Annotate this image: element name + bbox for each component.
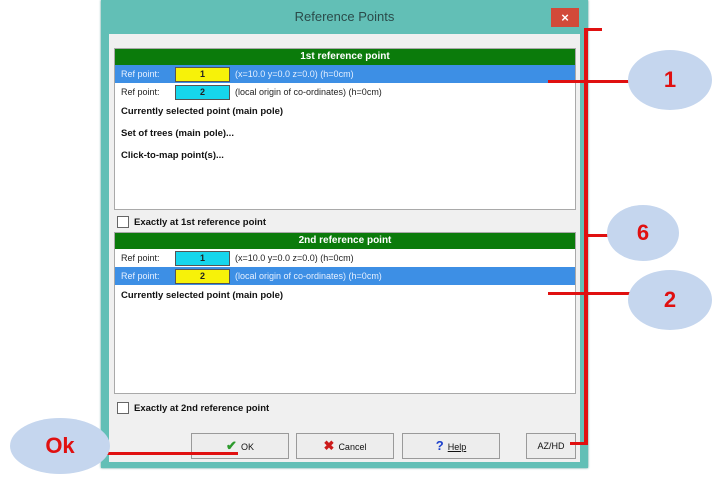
ref-point-description: (x=10.0 y=0.0 z=0.0) (h=0cm): [235, 69, 354, 79]
title-bar[interactable]: Reference Points ×: [101, 0, 588, 34]
azhd-button[interactable]: AZ/HD: [526, 433, 576, 459]
first-reference-header: 1st reference point: [115, 49, 575, 65]
cancel-button-label: Cancel: [338, 442, 367, 452]
annotation-line-ok: [106, 452, 238, 455]
annotation-bracket-top: [584, 28, 602, 31]
panel1-set-of-trees[interactable]: Set of trees (main pole)...: [115, 123, 575, 145]
dialog-title: Reference Points: [294, 9, 395, 24]
panel1-currently-selected-point[interactable]: Currently selected point (main pole): [115, 101, 575, 123]
checkmark-icon: ✔: [226, 438, 237, 453]
exactly-at-2nd-checkbox-row[interactable]: Exactly at 2nd reference point: [117, 402, 269, 416]
ref-point-number-badge: 2: [175, 269, 230, 284]
close-button[interactable]: ×: [551, 8, 579, 27]
help-button-label: Help: [447, 442, 467, 452]
panel1-ref-point-2-row[interactable]: Ref point: 2 (local origin of co-ordinat…: [115, 83, 575, 101]
annotation-line-6: [588, 234, 608, 237]
x-mark-icon: ✖: [323, 438, 335, 453]
callout-1: 1: [628, 50, 712, 110]
ref-point-label: Ref point:: [121, 87, 160, 97]
reference-points-dialog: Reference Points × 1st reference point R…: [101, 0, 588, 468]
ok-button[interactable]: ✔ OK: [191, 433, 289, 459]
panel2-ref-point-1-row[interactable]: Ref point: 1 (x=10.0 y=0.0 z=0.0) (h=0cm…: [115, 249, 575, 267]
panel2-currently-selected-point[interactable]: Currently selected point (main pole): [115, 285, 575, 307]
ref-point-label: Ref point:: [121, 69, 160, 79]
ref-point-number-badge: 1: [175, 251, 230, 266]
callout-2: 2: [628, 270, 712, 330]
annotation-bracket-bottom: [570, 442, 588, 445]
panel1-click-to-map[interactable]: Click-to-map point(s)...: [115, 145, 575, 167]
exactly-at-1st-checkbox-row[interactable]: Exactly at 1st reference point: [117, 216, 266, 230]
first-reference-panel: 1st reference point Ref point: 1 (x=10.0…: [114, 48, 576, 210]
second-reference-panel: 2nd reference point Ref point: 1 (x=10.0…: [114, 232, 576, 394]
exactly-at-2nd-label: Exactly at 2nd reference point: [134, 403, 270, 414]
ref-point-number-badge: 2: [175, 85, 230, 100]
ref-point-description: (local origin of co-ordinates) (h=0cm): [235, 271, 382, 281]
panel1-ref-point-1-row[interactable]: Ref point: 1 (x=10.0 y=0.0 z=0.0) (h=0cm…: [115, 65, 575, 83]
ref-point-label: Ref point:: [121, 253, 160, 263]
exactly-at-1st-label: Exactly at 1st reference point: [134, 217, 266, 228]
exactly-at-1st-checkbox[interactable]: [117, 216, 129, 229]
question-mark-icon: ?: [435, 438, 444, 453]
panel2-ref-point-2-row[interactable]: Ref point: 2 (local origin of co-ordinat…: [115, 267, 575, 285]
ref-point-description: (local origin of co-ordinates) (h=0cm): [235, 87, 382, 97]
help-button[interactable]: ? Help: [402, 433, 500, 459]
callout-6: 6: [607, 205, 679, 261]
second-reference-header: 2nd reference point: [115, 233, 575, 249]
ref-point-description: (x=10.0 y=0.0 z=0.0) (h=0cm): [235, 253, 354, 263]
annotation-line-2: [548, 292, 638, 295]
ref-point-number-badge: 1: [175, 67, 230, 82]
ref-point-label: Ref point:: [121, 271, 160, 281]
annotation-line-1: [548, 80, 638, 83]
callout-ok: Ok: [10, 418, 110, 474]
exactly-at-2nd-checkbox[interactable]: [117, 402, 129, 415]
dialog-body: 1st reference point Ref point: 1 (x=10.0…: [109, 34, 580, 462]
cancel-button[interactable]: ✖ Cancel: [296, 433, 394, 459]
ok-button-label: OK: [240, 442, 254, 452]
